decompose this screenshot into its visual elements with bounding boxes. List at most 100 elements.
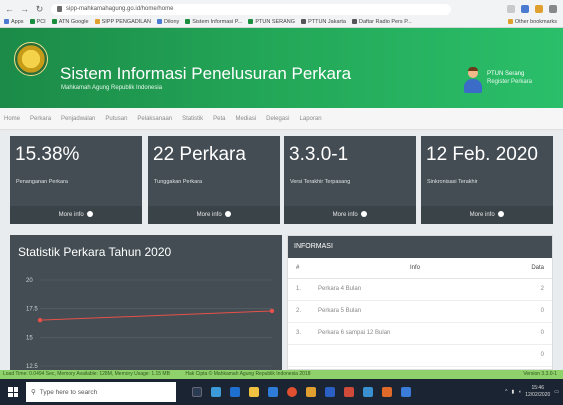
row-info: Perkara 4 Bulan [316,278,512,301]
bookmark-icon [301,19,307,24]
forward-icon[interactable]: → [19,4,30,15]
bookmark-item[interactable]: PCI [29,19,46,25]
table-row[interactable]: 3. Perkara 6 sampai 12 Bulan 0 [288,322,552,345]
app-icon[interactable] [382,387,392,397]
mail-icon[interactable] [268,387,278,397]
address-bar[interactable]: sipp-mahkamahagung.go.id/home/home [51,3,451,15]
table-row[interactable]: 0 [288,344,552,367]
y-tick-label: 20 [26,278,33,284]
clock-time: 15:46 [531,385,544,391]
file-explorer-icon[interactable] [249,387,259,397]
extension-icons [507,5,557,13]
card-versi: 3.3.0-1 Versi Terakhir Terpasang More in… [284,136,416,224]
status-version: Version 3.3.0-1 [523,371,557,377]
user-name[interactable]: PTUN Serang [487,71,524,77]
nav-statistik[interactable]: Statistik [182,116,203,122]
nav-mediasi[interactable]: Mediasi [235,116,256,122]
data-point[interactable] [37,317,43,323]
lock-icon [57,6,62,12]
taskbar-search-input[interactable]: ⚲ Type here to search [26,382,176,402]
nav-home[interactable]: Home [4,116,20,122]
informasi-title: INFORMASI [288,236,552,258]
nav-perkara[interactable]: Perkara [30,116,51,122]
edge-icon[interactable] [230,387,240,397]
card-value: 15.38% [15,144,80,165]
arrow-circle-icon [498,211,505,218]
volume-icon[interactable]: ◖ [518,389,521,395]
taskbar-apps [192,387,411,397]
system-tray: ^ ▮ ◖ 15:46 12/02/2020 ▭ [505,385,563,399]
bookmarks-bar: Apps PCI ATN Google SIPP PENGADILAN Dilo… [0,16,563,27]
bookmark-item[interactable]: Sistem Informasi P... [185,19,242,25]
bookmark-item[interactable]: Apps [4,19,24,25]
card-sinkronisasi: 12 Feb. 2020 Sinkronisasi Terakhir More … [421,136,553,224]
bookmark-icon [351,19,357,24]
chrome-icon[interactable] [287,387,297,397]
row-number: 1. [288,278,316,301]
status-left: Load Time: 0.0494 Sec, Memory Available:… [3,371,170,377]
bookmark-item[interactable]: SIPP PENGADILAN [94,19,151,25]
clock[interactable]: 15:46 12/02/2020 [525,385,550,399]
search-icon: ⚲ [31,389,36,396]
bookmark-item[interactable]: Daftar Radio Pers P... [351,19,412,25]
app-icon[interactable] [401,387,411,397]
windows-start-icon[interactable] [0,379,26,405]
word-icon[interactable] [325,387,335,397]
table-row[interactable]: 2. Perkara 5 Bulan 0 [288,300,552,323]
nav-pelaksanaan[interactable]: Pelaksanaan [137,116,172,122]
profile-icon[interactable] [535,5,543,13]
data-point[interactable] [269,308,275,314]
app-icon[interactable] [306,387,316,397]
status-copyright: Hak Cipta © Mahkamah Agung Republik Indo… [185,371,311,377]
apps-icon [4,19,9,24]
more-info-link[interactable]: More info [284,206,416,224]
address-row: ← → ↻ sipp-mahkamahagung.go.id/home/home [0,3,563,15]
bookmark-icon [157,19,162,24]
row-number: 3. [288,322,316,345]
nav-putusan[interactable]: Putusan [105,116,127,122]
table-header-row: # Info Data [288,258,552,279]
reload-icon[interactable]: ↻ [34,4,45,15]
row-data: 2 [512,278,552,301]
notification-icon[interactable]: ▭ [554,389,559,395]
app-title: Sistem Informasi Penelusuran Perkara [60,64,352,83]
menu-icon[interactable] [549,5,557,13]
task-view-icon[interactable] [192,387,202,397]
nav-peta[interactable]: Peta [213,116,225,122]
clock-date: 12/02/2020 [525,392,551,398]
app-icon[interactable] [363,387,373,397]
table-row[interactable]: 1. Perkara 4 Bulan 2 [288,278,552,301]
informasi-panel: INFORMASI # Info Data 1. Perkara 4 Bulan… [287,235,553,370]
extension-icon[interactable] [521,5,529,13]
tray-arrow-icon[interactable]: ^ [505,389,507,395]
network-icon[interactable]: ▮ [511,389,514,395]
bookmark-item[interactable]: PTUN SERANG [248,19,295,25]
card-value: 12 Feb. 2020 [426,144,538,165]
user-avatar-icon[interactable] [464,67,482,94]
nav-laporan[interactable]: Laporan [300,116,322,122]
bookmark-item[interactable]: PTTUN Jakarta [301,19,346,25]
back-icon[interactable]: ← [4,4,15,15]
other-bookmarks[interactable]: Other bookmarks [507,19,557,25]
more-info-link[interactable]: More info [421,206,553,224]
y-tick-label: 17.5 [26,307,38,313]
store-icon[interactable] [211,387,221,397]
informasi-table: # Info Data 1. Perkara 4 Bulan 2 2. Perk… [288,258,552,367]
bookmark-icon [248,19,254,24]
bookmark-icon [94,19,100,24]
mahkamah-agung-logo-icon [14,42,48,76]
series-line [39,310,273,321]
bookmark-icon [185,19,191,24]
card-tunggakan: 22 Perkara Tunggakan Perkara More info [148,136,280,224]
windows-taskbar: ⚲ Type here to search ^ ▮ ◖ 15:46 12/02/… [0,379,563,405]
arrow-circle-icon [361,211,368,218]
more-info-link[interactable]: More info [148,206,280,224]
app-icon[interactable] [344,387,354,397]
bookmark-item[interactable]: Dilony [157,19,179,25]
app-header: Sistem Informasi Penelusuran Perkara Mah… [0,28,563,108]
more-info-link[interactable]: More info [10,206,142,224]
star-icon[interactable] [507,5,515,13]
nav-delegasi[interactable]: Delegasi [266,116,289,122]
bookmark-item[interactable]: ATN Google [51,19,89,25]
nav-penjadwalan[interactable]: Penjadwalan [61,116,95,122]
